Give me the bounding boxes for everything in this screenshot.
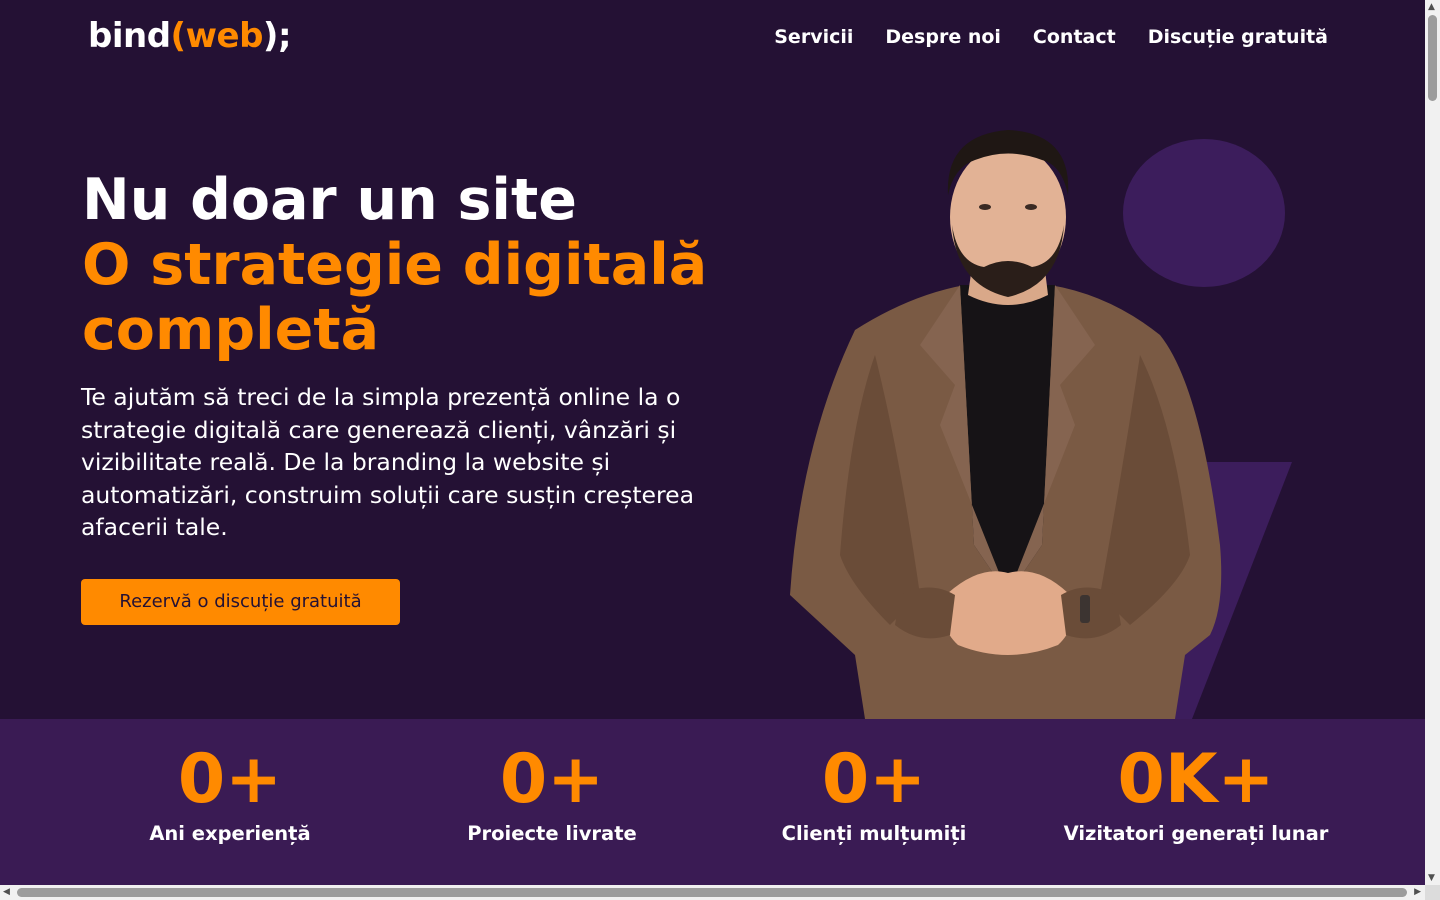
stat-label: Proiecte livrate [467,822,637,845]
page-viewport: bind(web); Servicii Despre noi Contact D… [0,0,1425,885]
vertical-scroll-thumb[interactable] [1428,15,1437,101]
book-call-button[interactable]: Rezervă o discuție gratuită [81,579,400,625]
logo-paren-close: ); [262,16,292,56]
horizontal-scrollbar[interactable]: ◀ ▶ [0,885,1425,900]
scroll-down-arrow-icon[interactable]: ▼ [1428,873,1435,883]
nav-discutie-gratuita[interactable]: Discuție gratuită [1148,24,1328,50]
stat-value: 0+ [177,740,283,819]
stat-label: Clienți mulțumiți [781,822,967,845]
logo-brand: web [185,16,264,56]
main-nav: Servicii Despre noi Contact Discuție gra… [774,24,1328,50]
stat-clients: 0+ Clienți mulțumiți [713,719,1035,847]
scroll-up-arrow-icon[interactable]: ▲ [1428,2,1435,12]
stat-visitors: 0K+ Vizitatori generați lunar [1035,719,1357,847]
scrollbar-corner [1425,885,1440,900]
founder-portrait [790,130,1222,719]
stat-label: Ani experiență [149,822,311,845]
hero-description: Te ajutăm să treci de la simpla prezență… [81,383,694,541]
nav-servicii[interactable]: Servicii [774,24,853,50]
scroll-right-arrow-icon[interactable]: ▶ [1414,887,1421,898]
scroll-left-arrow-icon[interactable]: ◀ [3,887,10,898]
hero-title: Nu doar un site O strategie digitală com… [82,168,762,363]
vertical-scrollbar[interactable]: ▲ ▼ [1425,0,1440,885]
logo-word: bind [88,16,171,56]
stat-projects: 0+ Proiecte livrate [391,719,713,847]
stats-band: 0+ Ani experiență 0+ Proiecte livrate 0+… [0,719,1425,885]
brand-logo[interactable]: bind(web); [88,14,292,58]
stat-value: 0K+ [1117,740,1275,819]
nav-despre-noi[interactable]: Despre noi [885,24,1001,50]
stat-years: 0+ Ani experiență [69,719,391,847]
hero-title-line1: Nu doar un site [82,167,577,233]
nav-contact[interactable]: Contact [1033,24,1116,50]
stat-value: 0+ [821,740,927,819]
horizontal-scroll-thumb[interactable] [17,888,1407,897]
stat-value: 0+ [499,740,605,819]
stat-label: Vizitatori generați lunar [1063,822,1329,845]
logo-paren-open: ( [170,16,187,56]
hero-title-line2: O strategie digitală completă [82,232,708,363]
